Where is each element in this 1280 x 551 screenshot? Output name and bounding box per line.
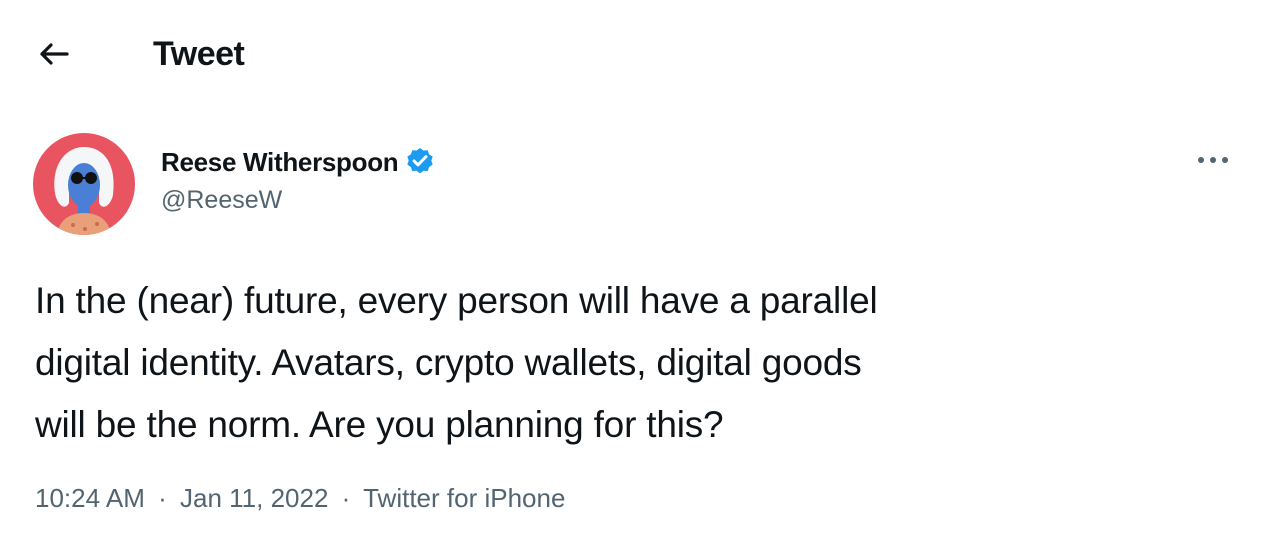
verified-badge-icon <box>404 146 436 178</box>
tweet-source[interactable]: Twitter for iPhone <box>363 483 565 513</box>
header-bar: Tweet <box>0 0 1280 106</box>
tweet-time[interactable]: 10:24 AM <box>35 483 145 513</box>
tweet-text-line: will be the norm. Are you planning for t… <box>35 404 724 445</box>
tweet-text: In the (near) future, every person will … <box>35 270 1235 456</box>
author-handle[interactable]: @ReeseW <box>161 186 282 215</box>
tweet-text-line: digital identity. Avatars, crypto wallet… <box>35 342 862 383</box>
avatar-illustration <box>33 133 135 235</box>
back-button[interactable] <box>30 30 78 78</box>
author-name[interactable]: Reese Witherspoon <box>161 147 399 178</box>
author-row: Reese Witherspoon <box>161 144 436 180</box>
tweet-text-line: In the (near) future, every person will … <box>35 280 878 321</box>
avatar[interactable] <box>33 133 135 235</box>
tweet-meta: 10:24 AM · Jan 11, 2022 · Twitter for iP… <box>35 483 565 514</box>
tweet-date[interactable]: Jan 11, 2022 <box>180 483 328 513</box>
page-title: Tweet <box>153 35 245 73</box>
more-options-button[interactable] <box>1192 142 1234 178</box>
more-horizontal-icon <box>1198 157 1228 163</box>
meta-separator: · <box>158 483 167 513</box>
meta-separator: · <box>341 483 351 513</box>
arrow-left-icon <box>40 43 69 65</box>
